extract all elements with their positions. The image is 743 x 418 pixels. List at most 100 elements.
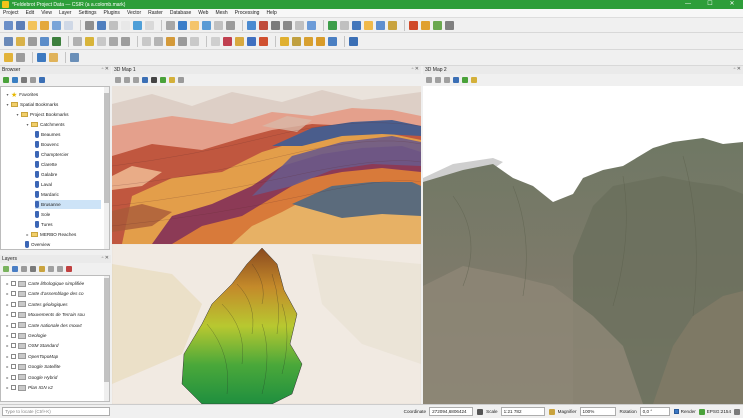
tb3-tool-icon-0[interactable]: [4, 53, 13, 62]
tb1-tool-icon-16[interactable]: [214, 20, 223, 30]
identify-2-icon[interactable]: [444, 77, 450, 83]
browser-item[interactable]: Beaumes: [35, 130, 101, 139]
tb2-tool-icon-14[interactable]: [190, 36, 199, 46]
filter-expression-icon[interactable]: [39, 266, 45, 272]
panel-float-close-icon[interactable]: ▫ ✕: [102, 66, 109, 72]
tb2-tool-icon-22[interactable]: [304, 36, 313, 46]
tb2-tool-icon-18[interactable]: [247, 36, 256, 46]
tb3-tool-icon-3[interactable]: [49, 53, 58, 62]
map3d-1-float-close-icon[interactable]: ▫ ✕: [412, 66, 419, 72]
browser-item[interactable]: ▾ Catchments: [25, 120, 101, 129]
tb2-tool-icon-6[interactable]: [85, 36, 94, 46]
tb1-tool-icon-6[interactable]: [85, 20, 94, 30]
camera-control-2-icon[interactable]: [426, 77, 432, 83]
camera-control-icon[interactable]: [115, 77, 121, 83]
layers-scrollbar[interactable]: [104, 276, 109, 401]
tb3-tool-icon-4[interactable]: [70, 53, 79, 62]
tb1-tool-icon-13[interactable]: [178, 20, 187, 30]
browser-item[interactable]: ▾ ★ Favorites: [5, 90, 101, 99]
map3d-1-top-view[interactable]: [112, 86, 421, 244]
render-checkbox[interactable]: [673, 409, 679, 414]
tb1-tool-icon-11[interactable]: [145, 20, 154, 30]
filter-icon[interactable]: [21, 77, 27, 83]
tb1-tool-icon-2[interactable]: [28, 20, 37, 30]
layer-row[interactable]: ▸ OpenTopoMap: [5, 352, 103, 361]
export-scene-2-icon[interactable]: [462, 77, 468, 83]
layer-row[interactable]: ▸ Mouvements de Terrain sou: [5, 310, 103, 319]
tb1-tool-icon-28[interactable]: [376, 20, 385, 30]
tb2-tool-icon-21[interactable]: [292, 36, 301, 46]
layer-row[interactable]: ▸ Plan IGN v2: [5, 383, 103, 392]
tb1-tool-icon-17[interactable]: [226, 20, 235, 30]
layer-visibility-checkbox[interactable]: [11, 385, 16, 390]
map3d-1-bottom-view[interactable]: [112, 244, 421, 404]
layers-scroll-thumb[interactable]: [104, 278, 109, 382]
lock-scale-icon[interactable]: [548, 408, 555, 415]
zoom-full-icon[interactable]: [124, 77, 130, 83]
tb1-tool-icon-10[interactable]: [133, 20, 142, 30]
tb1-tool-icon-30[interactable]: [409, 20, 418, 30]
add-layer-icon[interactable]: [3, 77, 9, 83]
expand-arrow-icon[interactable]: ▸: [5, 354, 10, 359]
menu-mesh[interactable]: Mesh: [215, 10, 227, 16]
layer-visibility-checkbox[interactable]: [11, 281, 16, 286]
expand-arrow-icon[interactable]: ▸: [5, 302, 10, 307]
layer-row[interactable]: ▸ Carte d'assemblage des co: [5, 289, 103, 298]
layer-row[interactable]: ▸ Carte nationale des mouvt: [5, 321, 103, 330]
tb2-tool-icon-19[interactable]: [259, 36, 268, 46]
expand-arrow-icon[interactable]: ▾: [5, 92, 10, 97]
browser-item[interactable]: Galabre: [35, 170, 101, 179]
add-group-icon[interactable]: [12, 266, 18, 272]
tb1-tool-icon-3[interactable]: [40, 20, 49, 30]
tb2-tool-icon-1[interactable]: [16, 36, 25, 46]
tb2-tool-icon-15[interactable]: [211, 36, 220, 46]
browser-scrollbar[interactable]: [104, 87, 109, 249]
tb2-tool-icon-9[interactable]: [121, 36, 130, 46]
menu-view[interactable]: View: [41, 10, 52, 16]
tb1-tool-icon-29[interactable]: [388, 20, 397, 30]
tb3-tool-icon-1[interactable]: [16, 53, 25, 62]
layer-row[interactable]: ▸ Google Satellite: [5, 362, 103, 371]
tb1-tool-icon-24[interactable]: [328, 20, 337, 30]
tb1-tool-icon-23[interactable]: [307, 20, 316, 30]
layers-float-close-icon[interactable]: ▫ ✕: [102, 255, 109, 261]
tb1-tool-icon-31[interactable]: [421, 20, 430, 30]
menu-help[interactable]: Help: [266, 10, 276, 16]
refresh-icon[interactable]: [12, 77, 18, 83]
expand-arrow-icon[interactable]: ▾: [15, 112, 20, 117]
expand-arrow-icon[interactable]: ▸: [25, 232, 30, 237]
expand-arrow-icon[interactable]: ▸: [5, 343, 10, 348]
play-animation-icon[interactable]: [151, 77, 157, 83]
tb1-tool-icon-4[interactable]: [52, 20, 61, 30]
tb2-tool-icon-25[interactable]: [349, 36, 358, 46]
layer-row[interactable]: ▸ Geologie: [5, 331, 103, 340]
expand-arrow-icon[interactable]: ▾: [5, 102, 10, 107]
tb2-tool-icon-23[interactable]: [316, 36, 325, 46]
map3d-2-view[interactable]: [423, 86, 743, 404]
identify-icon[interactable]: [133, 77, 139, 83]
layer-visibility-checkbox[interactable]: [11, 364, 16, 370]
menu-database[interactable]: Database: [170, 10, 191, 16]
tb2-tool-icon-24[interactable]: [328, 36, 337, 46]
browser-item[interactable]: Laval: [35, 180, 101, 189]
menu-layer[interactable]: Layer: [59, 10, 72, 16]
rotation-field[interactable]: 0,0 °: [639, 407, 670, 416]
tb2-tool-icon-13[interactable]: [178, 36, 187, 46]
scale-field[interactable]: 1:21 782: [500, 407, 545, 416]
tb2-tool-icon-10[interactable]: [142, 36, 151, 46]
browser-item[interactable]: Champtercier: [35, 150, 101, 159]
layer-visibility-checkbox[interactable]: [11, 374, 16, 380]
crs-globe-icon[interactable]: [698, 408, 705, 415]
coordinate-toggle-icon[interactable]: [477, 408, 484, 415]
tb2-tool-icon-11[interactable]: [154, 36, 163, 46]
collapse-all-layers-icon[interactable]: [57, 266, 63, 272]
crs-label[interactable]: EPSG:2154: [707, 409, 731, 414]
tb1-tool-icon-27[interactable]: [364, 20, 373, 30]
browser-item[interactable]: Tures: [35, 220, 101, 229]
browser-item[interactable]: ▾ Project Bookmarks: [15, 110, 101, 119]
tb1-tool-icon-14[interactable]: [190, 20, 199, 30]
tb2-tool-icon-12[interactable]: [166, 36, 175, 46]
layer-visibility-checkbox[interactable]: [11, 291, 16, 297]
expand-arrow-icon[interactable]: ▾: [25, 122, 30, 127]
tb1-tool-icon-12[interactable]: [166, 20, 175, 30]
